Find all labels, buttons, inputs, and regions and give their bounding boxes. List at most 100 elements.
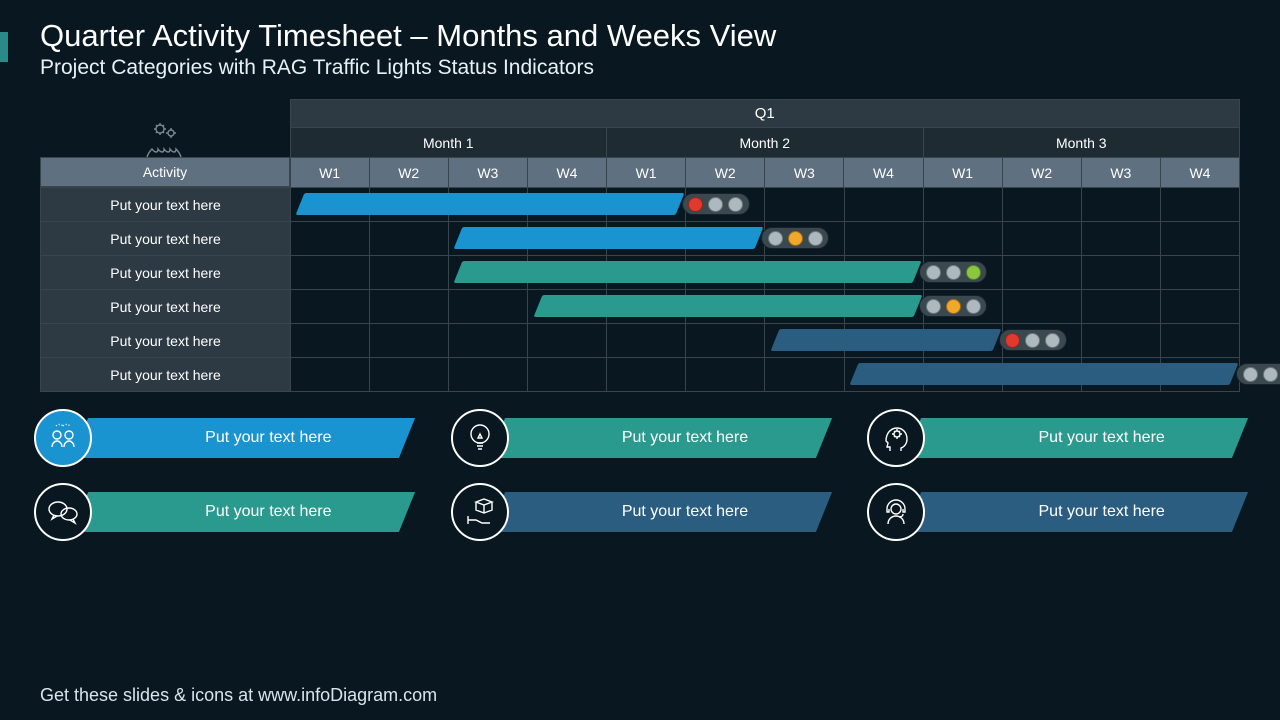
timesheet-cell: [765, 358, 844, 392]
timesheet-cell: [923, 324, 1002, 358]
week-header: W4: [844, 158, 923, 188]
timesheet-cell: [765, 188, 844, 222]
activity-label: Put your text here: [41, 358, 291, 392]
category-label: Put your text here: [557, 429, 814, 447]
timesheet-cell: [1081, 358, 1160, 392]
timesheet-cell: [686, 188, 765, 222]
timesheet-cell: [528, 324, 607, 358]
timesheet-cell: [1081, 290, 1160, 324]
week-header: W1: [607, 158, 686, 188]
activity-label: Put your text here: [41, 188, 291, 222]
timesheet-cell: [844, 256, 923, 290]
timesheet-cell: [1002, 256, 1081, 290]
timesheet-cell: [686, 290, 765, 324]
timesheet-cell: [370, 188, 449, 222]
timesheet-cell: [528, 256, 607, 290]
timesheet-cell: [923, 188, 1002, 222]
activity-label: Put your text here: [41, 324, 291, 358]
timesheet-cell: [291, 222, 370, 256]
timesheet-cell: [291, 290, 370, 324]
timesheet-cell: [844, 188, 923, 222]
timesheet-cell: [1081, 222, 1160, 256]
timesheet-cell: [1160, 188, 1239, 222]
week-header: W2: [1002, 158, 1081, 188]
timesheet-cell: [686, 222, 765, 256]
timesheet-cell: [607, 256, 686, 290]
activity-label: Put your text here: [41, 222, 291, 256]
timesheet-cell: [765, 222, 844, 256]
category-chip: Put your text here: [40, 410, 407, 466]
timesheet-cell: [449, 256, 528, 290]
footer-text: Get these slides & icons at www.infoDiag…: [40, 685, 437, 706]
timesheet-cell: [923, 290, 1002, 324]
timesheet-cell: [370, 324, 449, 358]
timesheet-cell: [1160, 290, 1239, 324]
category-chip: Put your text here: [457, 484, 824, 540]
timesheet-cell: [528, 290, 607, 324]
timesheet-cell: [449, 324, 528, 358]
speech-bubbles-icon: [34, 483, 92, 541]
week-header: W3: [1081, 158, 1160, 188]
activity-label: Put your text here: [41, 256, 291, 290]
category-label: Put your text here: [140, 503, 397, 521]
timesheet-cell: [449, 188, 528, 222]
traffic-light-green: [1236, 363, 1280, 385]
week-header: W3: [448, 158, 527, 188]
timesheet-cell: [1160, 256, 1239, 290]
category-chip: Put your text here: [873, 484, 1240, 540]
timesheet-cell: [607, 358, 686, 392]
timesheet-cell: [1081, 188, 1160, 222]
timesheet-cell: [923, 358, 1002, 392]
timesheet-cell: [449, 358, 528, 392]
week-header: W4: [1160, 158, 1239, 188]
category-label: Put your text here: [140, 429, 397, 447]
timesheet-cell: [291, 188, 370, 222]
timesheet-cell: [923, 222, 1002, 256]
timesheet-cell: [844, 290, 923, 324]
category-label: Put your text here: [557, 503, 814, 521]
month-header: Month 2: [607, 128, 924, 158]
category-label: Put your text here: [973, 503, 1230, 521]
timesheet-cell: [291, 324, 370, 358]
accent-tab: [0, 32, 8, 62]
timesheet-cell: [528, 358, 607, 392]
timesheet-cell: [686, 256, 765, 290]
slide-title: Quarter Activity Timesheet – Months and …: [40, 18, 1240, 54]
timesheet-cell: [1002, 188, 1081, 222]
week-header: W4: [527, 158, 606, 188]
timesheet-cell: [291, 256, 370, 290]
traffic-dot-red: [1243, 367, 1258, 382]
timesheet-cell: [844, 324, 923, 358]
category-chip: Put your text here: [40, 484, 407, 540]
timesheet-cell: [1002, 290, 1081, 324]
timesheet-cell: [370, 256, 449, 290]
timesheet-cell: [607, 222, 686, 256]
head-gear-icon: [867, 409, 925, 467]
slide-header: Quarter Activity Timesheet – Months and …: [0, 0, 1280, 85]
timesheet-cell: [1002, 324, 1081, 358]
category-chip: Put your text here: [457, 410, 824, 466]
timesheet-cell: [1081, 324, 1160, 358]
timesheet-cell: [370, 222, 449, 256]
week-header: W3: [765, 158, 844, 188]
category-chip: Put your text here: [873, 410, 1240, 466]
month-header: Month 1: [290, 128, 607, 158]
week-header: W1: [923, 158, 1002, 188]
category-label: Put your text here: [973, 429, 1230, 447]
timesheet-cell: [1160, 358, 1239, 392]
quarter-header: Q1: [290, 100, 1240, 128]
timesheet-cell: [765, 290, 844, 324]
timesheet-cell: [370, 358, 449, 392]
category-chips: Put your text here Put your text here Put …: [40, 410, 1240, 540]
timesheet-cell: [923, 256, 1002, 290]
timesheet-table: Q1 Month 1Month 2Month 3 W1W2W3W4W1W2W3W…: [40, 99, 1240, 392]
timesheet-cell: [1160, 222, 1239, 256]
month-header: Month 3: [923, 128, 1240, 158]
timesheet-cell: [1160, 324, 1239, 358]
timesheet-cell: [765, 256, 844, 290]
headset-person-icon: [867, 483, 925, 541]
activity-column-header: Activity: [40, 157, 290, 187]
timesheet-cell: [607, 188, 686, 222]
slide-subtitle: Project Categories with RAG Traffic Ligh…: [40, 56, 1240, 80]
timesheet-cell: [607, 290, 686, 324]
